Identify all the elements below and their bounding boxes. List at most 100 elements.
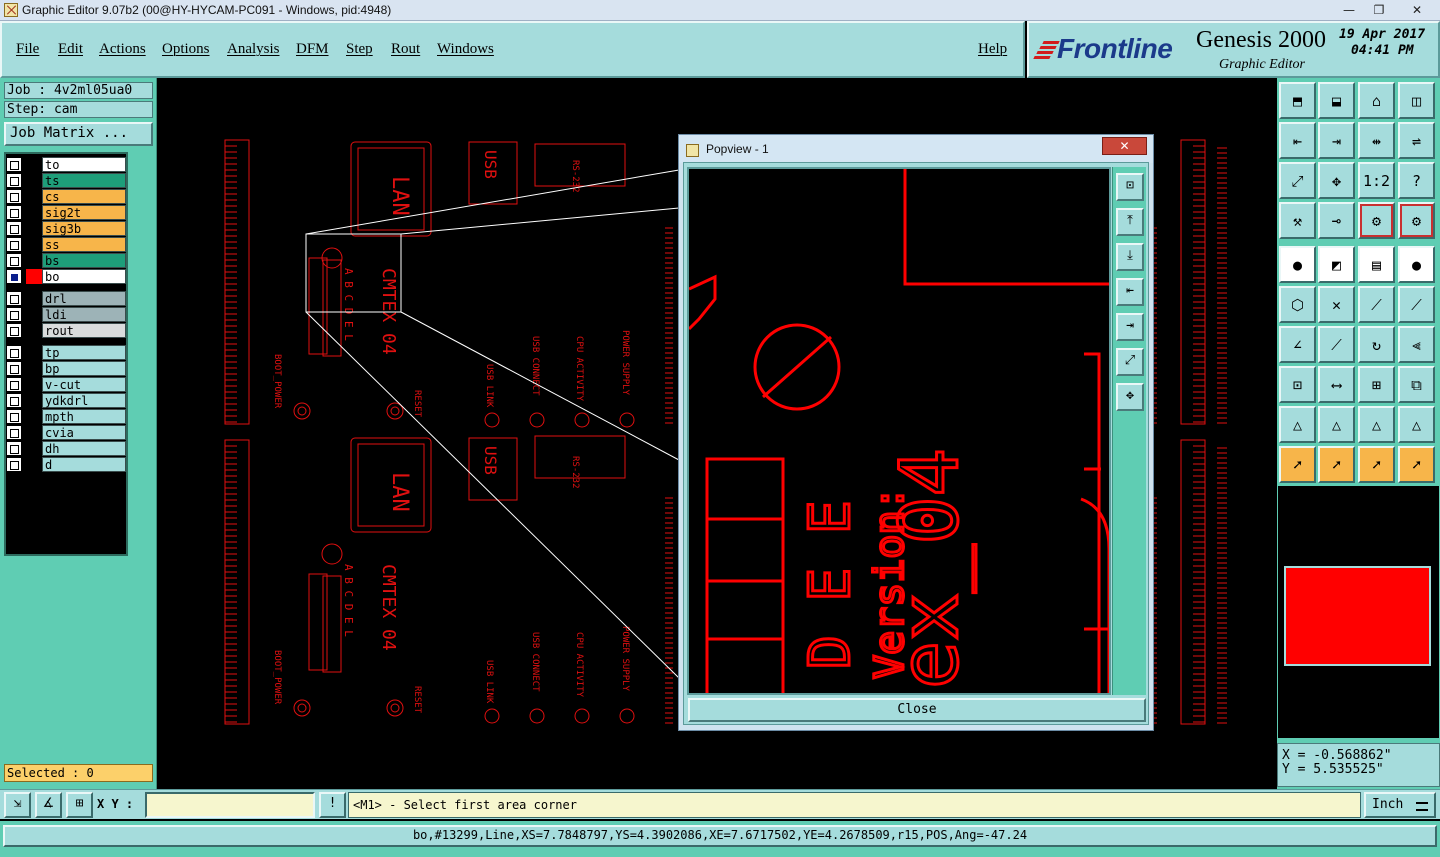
layer-row-bs[interactable]: bs bbox=[6, 252, 126, 268]
tool-r3-c4-icon[interactable]: ? bbox=[1398, 162, 1435, 199]
layer-checkbox[interactable] bbox=[6, 322, 22, 338]
layer-name[interactable]: v-cut bbox=[42, 376, 126, 392]
popview-zoom-view[interactable]: ex_04 D E E Version: bbox=[687, 167, 1111, 695]
layer-name[interactable]: tp bbox=[42, 344, 126, 360]
popview-tool-4-icon[interactable]: ⇤ bbox=[1116, 278, 1144, 306]
tool-r2-c1-icon[interactable]: ⇤ bbox=[1279, 122, 1316, 159]
layer-row-ts[interactable]: ts bbox=[6, 172, 126, 188]
tool-r7-c1-icon[interactable]: ∠ bbox=[1279, 326, 1316, 363]
menu-step[interactable]: Step bbox=[346, 41, 373, 58]
tool-r4-c2-icon[interactable]: ⊸ bbox=[1318, 202, 1355, 239]
tool-r7-c3-icon[interactable]: ↻ bbox=[1358, 326, 1395, 363]
popview-tool-2-icon[interactable]: ⤒ bbox=[1116, 208, 1144, 236]
layer-checkbox[interactable] bbox=[6, 220, 22, 236]
layer-name[interactable]: cs bbox=[42, 188, 126, 204]
layer-name[interactable]: ss bbox=[42, 236, 126, 252]
layer-name[interactable]: rout bbox=[42, 322, 126, 338]
tool-r8-c4-icon[interactable]: ⧉ bbox=[1398, 366, 1435, 403]
menu-dfm[interactable]: DFM bbox=[296, 41, 329, 58]
tool-r5-c3-icon[interactable]: ▤ bbox=[1358, 246, 1395, 283]
layer-name[interactable]: bs bbox=[42, 252, 126, 268]
layer-row-sig3b[interactable]: sig3b bbox=[6, 220, 126, 236]
tool-r10-c3-icon[interactable]: ➚ bbox=[1358, 446, 1395, 483]
tool-r4-c3-icon[interactable]: ⚙ bbox=[1358, 202, 1395, 239]
layer-checkbox[interactable] bbox=[6, 376, 22, 392]
tool-r1-c3-icon[interactable]: ⌂ bbox=[1358, 82, 1395, 119]
tool-r9-c3-icon[interactable]: △ bbox=[1358, 406, 1395, 443]
popview-close-icon[interactable]: ✕ bbox=[1102, 137, 1147, 155]
tool-r8-c2-icon[interactable]: ⟷ bbox=[1318, 366, 1355, 403]
tool-r4-c1-icon[interactable]: ⚒ bbox=[1279, 202, 1316, 239]
tool-r2-c2-icon[interactable]: ⇥ bbox=[1318, 122, 1355, 159]
layer-checkbox[interactable] bbox=[6, 268, 22, 284]
tool-r1-c2-icon[interactable]: ⬓ bbox=[1318, 82, 1355, 119]
menu-windows[interactable]: Windows bbox=[437, 41, 494, 58]
grid-mode-icon[interactable]: ⊞ bbox=[66, 792, 93, 818]
layer-name[interactable]: mpth bbox=[42, 408, 126, 424]
layer-name[interactable]: sig3b bbox=[42, 220, 126, 236]
layer-checkbox[interactable] bbox=[6, 392, 22, 408]
layer-checkbox[interactable] bbox=[6, 172, 22, 188]
layer-checkbox[interactable] bbox=[6, 306, 22, 322]
xy-input[interactable] bbox=[145, 792, 315, 818]
popview-tool-1-icon[interactable]: ⊡ bbox=[1116, 173, 1144, 201]
tool-r4-c4-icon[interactable]: ⚙ bbox=[1398, 202, 1435, 239]
layer-row-cvia[interactable]: cvia bbox=[6, 424, 126, 440]
layer-checkbox[interactable] bbox=[6, 290, 22, 306]
tool-r10-c4-icon[interactable]: ➚ bbox=[1398, 446, 1435, 483]
tool-r1-c4-icon[interactable]: ◫ bbox=[1398, 82, 1435, 119]
tool-r7-c4-icon[interactable]: ⫷ bbox=[1398, 326, 1435, 363]
tool-r9-c1-icon[interactable]: △ bbox=[1279, 406, 1316, 443]
layer-checkbox[interactable] bbox=[6, 252, 22, 268]
layer-name[interactable]: dh bbox=[42, 440, 126, 456]
tool-r8-c1-icon[interactable]: ⊡ bbox=[1279, 366, 1316, 403]
layer-checkbox[interactable] bbox=[6, 360, 22, 376]
tool-r2-c3-icon[interactable]: ⇹ bbox=[1358, 122, 1395, 159]
layer-checkbox[interactable] bbox=[6, 204, 22, 220]
tool-r5-c4-icon[interactable]: ● bbox=[1398, 246, 1435, 283]
layer-checkbox[interactable] bbox=[6, 408, 22, 424]
layer-checkbox[interactable] bbox=[6, 236, 22, 252]
layer-name[interactable]: cvia bbox=[42, 424, 126, 440]
layer-row-v-cut[interactable]: v-cut bbox=[6, 376, 126, 392]
tool-r10-c2-icon[interactable]: ➚ bbox=[1318, 446, 1355, 483]
layer-name[interactable]: ydkdrl bbox=[42, 392, 126, 408]
layer-name[interactable]: ts bbox=[42, 172, 126, 188]
layer-name[interactable]: sig2t bbox=[42, 204, 126, 220]
menu-file[interactable]: File bbox=[16, 41, 39, 58]
layer-row-ydkdrl[interactable]: ydkdrl bbox=[6, 392, 126, 408]
menu-actions[interactable]: Actions bbox=[99, 41, 146, 58]
layer-checkbox[interactable] bbox=[6, 424, 22, 440]
tool-r5-c2-icon[interactable]: ◩ bbox=[1318, 246, 1355, 283]
tool-r9-c4-icon[interactable]: △ bbox=[1398, 406, 1435, 443]
layer-name[interactable]: ldi bbox=[42, 306, 126, 322]
restore-button[interactable]: ❐ bbox=[1364, 0, 1394, 20]
popview-tool-7-icon[interactable]: ✥ bbox=[1116, 383, 1144, 411]
tool-r7-c2-icon[interactable]: ⟋ bbox=[1318, 326, 1355, 363]
tool-r3-c2-icon[interactable]: ✥ bbox=[1318, 162, 1355, 199]
tool-r9-c2-icon[interactable]: △ bbox=[1318, 406, 1355, 443]
layer-checkbox[interactable] bbox=[6, 188, 22, 204]
tool-r3-c1-icon[interactable]: ⤢ bbox=[1279, 162, 1316, 199]
layer-row-mpth[interactable]: mpth bbox=[6, 408, 126, 424]
layer-name[interactable]: bo bbox=[42, 268, 126, 284]
layer-row-sig2t[interactable]: sig2t bbox=[6, 204, 126, 220]
layer-row-ss[interactable]: ss bbox=[6, 236, 126, 252]
layer-checkbox[interactable] bbox=[6, 344, 22, 360]
layer-row-dh[interactable]: dh bbox=[6, 440, 126, 456]
layer-row-bp[interactable]: bp bbox=[6, 360, 126, 376]
layer-name[interactable]: d bbox=[42, 456, 126, 472]
tool-r1-c1-icon[interactable]: ⬒ bbox=[1279, 82, 1316, 119]
tool-r10-c1-icon[interactable]: ➚ bbox=[1279, 446, 1316, 483]
menu-edit[interactable]: Edit bbox=[58, 41, 83, 58]
layer-name[interactable]: bp bbox=[42, 360, 126, 376]
minimize-button[interactable]: — bbox=[1334, 0, 1364, 20]
layer-checkbox[interactable] bbox=[6, 156, 22, 172]
angle-mode-icon[interactable]: ∡ bbox=[35, 792, 62, 818]
popview-tool-6-icon[interactable]: ⤢ bbox=[1116, 348, 1144, 376]
layer-name[interactable]: drl bbox=[42, 290, 126, 306]
tool-r6-c1-icon[interactable]: ⬡ bbox=[1279, 286, 1316, 323]
tool-r8-c3-icon[interactable]: ⊞ bbox=[1358, 366, 1395, 403]
snap-mode-icon[interactable]: ⇲ bbox=[4, 792, 31, 818]
job-matrix-button[interactable]: Job Matrix ... bbox=[4, 122, 153, 146]
